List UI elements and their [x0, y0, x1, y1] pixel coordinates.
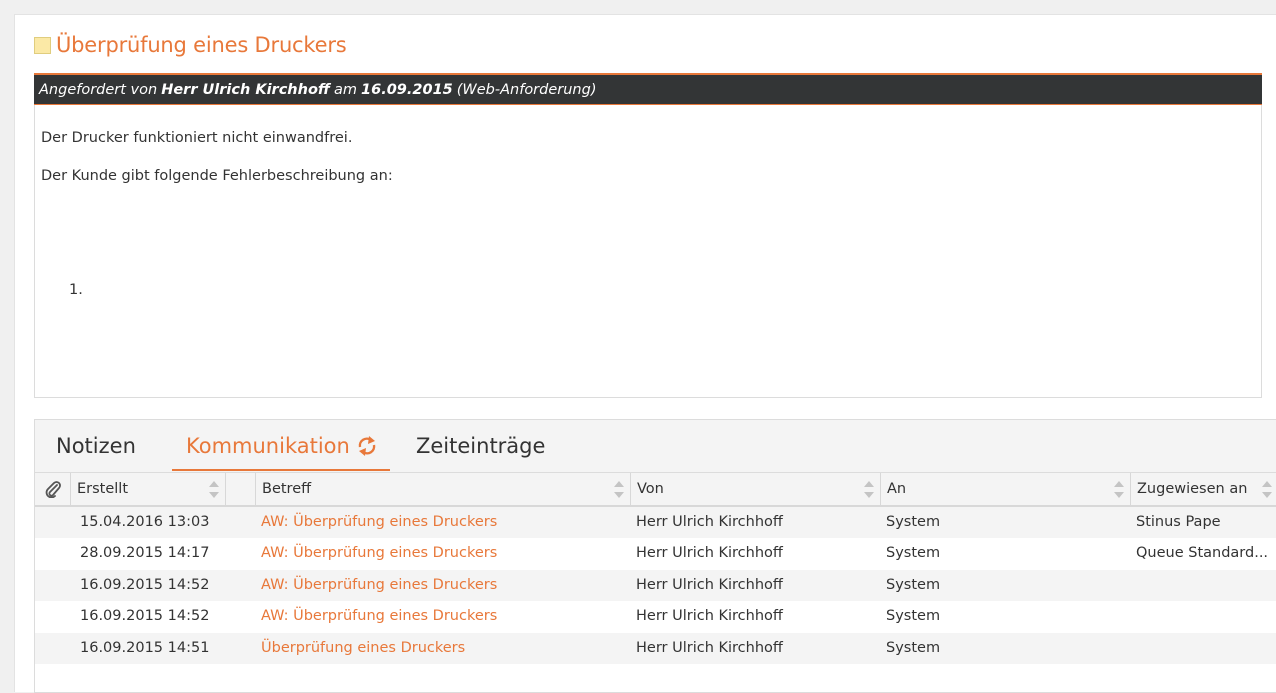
cell-assigned: Queue Standard...	[1136, 545, 1269, 561]
cell-assigned	[1136, 570, 1276, 601]
request-on-word: am	[334, 81, 358, 98]
column-header-erstellt[interactable]: Erstellt	[70, 473, 225, 506]
column-header-betreff[interactable]: Betreff	[255, 473, 630, 506]
cell-subject-link[interactable]: AW: Überprüfung eines Druckers	[261, 570, 621, 601]
table-row[interactable]: 15.04.2016 13:03 AW: Überprüfung eines D…	[35, 507, 1276, 538]
table-row[interactable]: 16.09.2015 14:52 AW: Überprüfung eines D…	[35, 570, 1276, 601]
cell-subject-link[interactable]: AW: Überprüfung eines Druckers	[261, 538, 621, 569]
cell-created: 16.09.2015 14:51	[80, 640, 210, 656]
tab-bar: Notizen Kommunikation Zeiteinträge	[35, 420, 1276, 472]
sort-arrows-icon[interactable]	[1114, 481, 1124, 498]
column-header-blank	[225, 473, 255, 506]
sync-icon[interactable]	[357, 436, 377, 456]
note-icon	[34, 36, 51, 54]
sort-arrows-icon[interactable]	[1262, 481, 1272, 498]
cell-subject-link[interactable]: Überprüfung eines Druckers	[261, 633, 621, 664]
description-line: Der Kunde gibt folgende Fehlerbeschreibu…	[41, 168, 393, 184]
column-header-zugewiesen-an[interactable]: Zugewiesen an	[1130, 473, 1276, 506]
cell-to: System	[886, 608, 941, 624]
cell-to: System	[886, 640, 941, 656]
tab-zeiteintraege[interactable]: Zeiteinträge	[416, 434, 545, 458]
cell-to: System	[886, 577, 941, 593]
column-header-attachment[interactable]	[35, 473, 70, 506]
cell-created: 16.09.2015 14:52	[80, 577, 210, 593]
cell-assigned	[1136, 633, 1276, 664]
ticket-page: Überprüfung eines Druckers Angefordert v…	[14, 14, 1276, 693]
table-row[interactable]: 28.09.2015 14:17 AW: Überprüfung eines D…	[35, 538, 1276, 569]
cell-assigned: Stinus Pape	[1136, 514, 1221, 530]
paperclip-icon	[45, 481, 61, 498]
active-tab-indicator	[172, 469, 390, 471]
cell-from: Herr Ulrich Kirchhoff	[636, 608, 783, 624]
cell-to: System	[886, 545, 941, 561]
sort-arrows-icon[interactable]	[614, 481, 624, 498]
cell-to: System	[886, 514, 941, 530]
request-source: (Web-Anforderung)	[456, 81, 597, 98]
cell-assigned	[1136, 601, 1276, 632]
sort-arrows-icon[interactable]	[209, 481, 219, 498]
column-header-von[interactable]: Von	[630, 473, 880, 506]
table-row[interactable]: 16.09.2015 14:51 Überprüfung eines Druck…	[35, 633, 1276, 664]
request-info-bar: Angefordert von Herr Ulrich Kirchhoff am…	[34, 73, 1262, 105]
cell-created: 28.09.2015 14:17	[80, 545, 210, 561]
cell-created: 16.09.2015 14:52	[80, 608, 210, 624]
table-row[interactable]: 16.09.2015 14:52 AW: Überprüfung eines D…	[35, 601, 1276, 632]
ticket-title-row: Überprüfung eines Druckers	[34, 32, 347, 58]
request-prefix: Angefordert von	[39, 81, 158, 98]
cell-from: Herr Ulrich Kirchhoff	[636, 640, 783, 656]
cell-created: 15.04.2016 13:03	[80, 514, 210, 530]
cell-from: Herr Ulrich Kirchhoff	[636, 577, 783, 593]
cell-from: Herr Ulrich Kirchhoff	[636, 545, 783, 561]
cell-subject-link[interactable]: AW: Überprüfung eines Druckers	[261, 601, 621, 632]
column-header-an[interactable]: An	[880, 473, 1130, 506]
ticket-title: Überprüfung eines Druckers	[56, 33, 347, 57]
description-list-marker: 1.	[69, 282, 83, 298]
ticket-description: Der Drucker funktioniert nicht einwandfr…	[34, 105, 1262, 398]
cell-from: Herr Ulrich Kirchhoff	[636, 514, 783, 530]
tab-notizen[interactable]: Notizen	[56, 434, 136, 458]
tab-kommunikation[interactable]: Kommunikation	[186, 434, 350, 458]
sort-arrows-icon[interactable]	[864, 481, 874, 498]
request-date: 16.09.2015	[361, 81, 453, 98]
communication-panel: Notizen Kommunikation Zeiteinträge Erste…	[34, 419, 1276, 693]
cell-subject-link[interactable]: AW: Überprüfung eines Druckers	[261, 507, 621, 538]
description-line: Der Drucker funktioniert nicht einwandfr…	[41, 130, 353, 146]
table-header: Erstellt Betreff Von An Zugewiesen an	[35, 472, 1276, 507]
request-requester: Herr Ulrich Kirchhoff	[161, 81, 330, 98]
